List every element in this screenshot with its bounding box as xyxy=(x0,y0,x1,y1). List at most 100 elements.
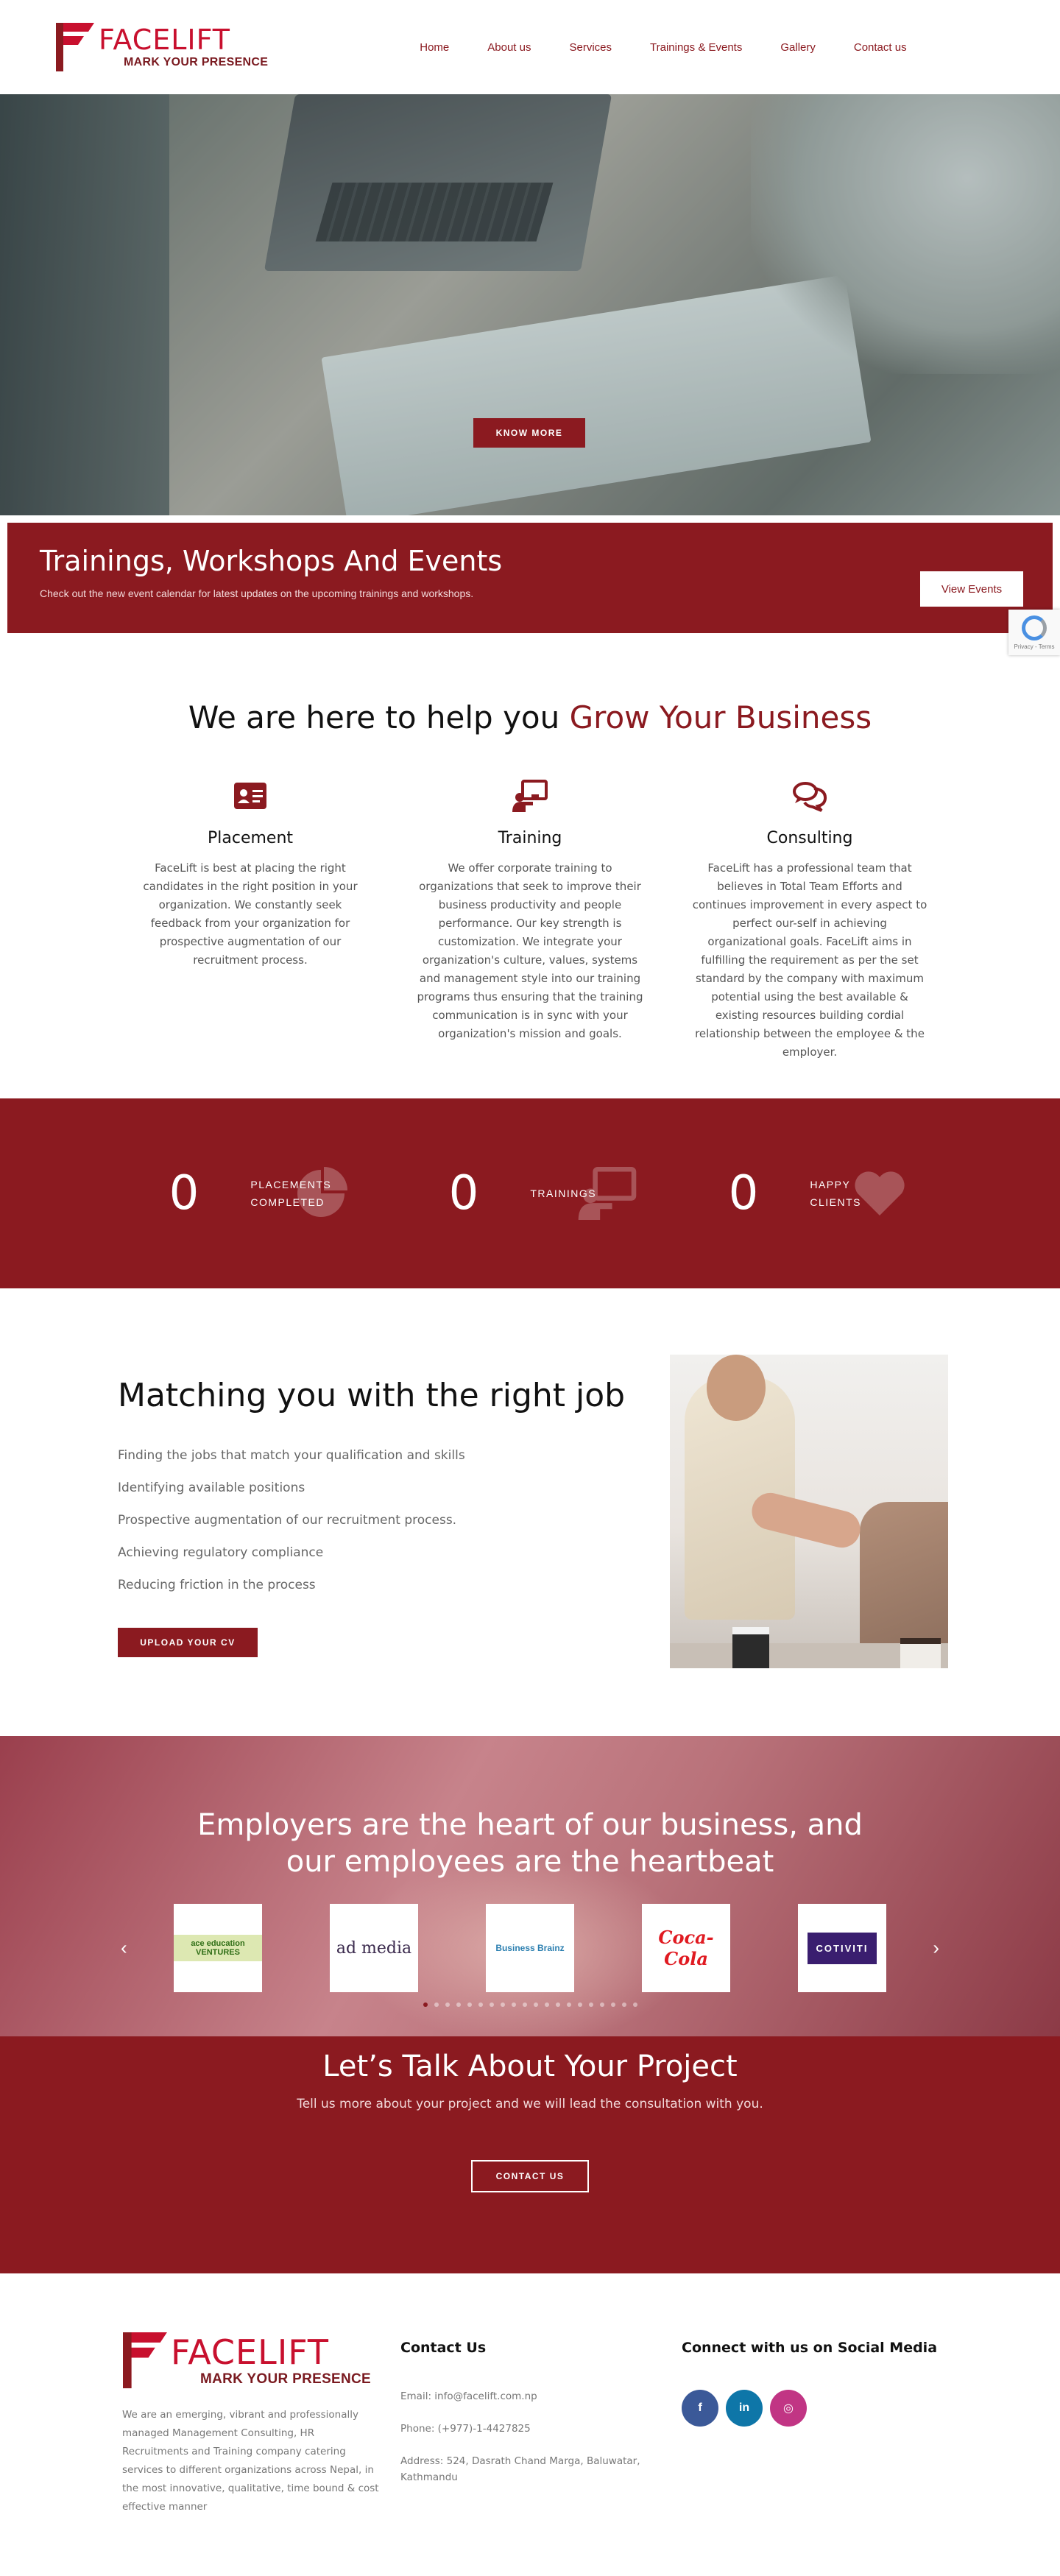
nav-home[interactable]: Home xyxy=(420,41,449,54)
stat-label-line: COMPLETED xyxy=(250,1196,325,1208)
brand-tagline: MARK YOUR PRESENCE xyxy=(200,2371,372,2387)
nav-about-us[interactable]: About us xyxy=(487,41,531,54)
services-heading-accent: Grow Your Business xyxy=(569,699,872,735)
service-title: Training xyxy=(498,829,562,847)
carousel-dot[interactable] xyxy=(522,2002,527,2007)
carousel-dot[interactable] xyxy=(588,2002,593,2007)
view-events-button[interactable]: View Events xyxy=(920,571,1023,607)
list-item: Achieving regulatory compliance xyxy=(118,1545,324,1560)
instagram-icon[interactable]: ◎ xyxy=(770,2390,807,2427)
hero-image-laptop xyxy=(264,94,612,271)
hero-banner: KNOW MORE xyxy=(0,94,1060,515)
carousel-dot[interactable] xyxy=(456,2002,461,2007)
footer-contact: Contact Us Email: info@facelift.com.np P… xyxy=(400,2332,682,2571)
list-item: Finding the jobs that match your qualifi… xyxy=(118,1448,465,1463)
handshake-image-head xyxy=(707,1355,766,1421)
carousel-dot[interactable] xyxy=(544,2002,549,2007)
carousel-dot[interactable] xyxy=(599,2002,604,2007)
hero-image-paper xyxy=(321,275,872,515)
matching-list: Finding the jobs that match your qualifi… xyxy=(118,1439,640,1601)
know-more-button[interactable]: KNOW MORE xyxy=(473,418,585,448)
carousel-dot[interactable] xyxy=(621,2002,626,2007)
employers-title-line: our employees are the heartbeat xyxy=(286,1845,774,1879)
carousel-dot[interactable] xyxy=(632,2002,637,2007)
footer-address: Address: 524, Dasrath Chand Marga, Baluw… xyxy=(400,2455,640,2483)
list-item: Identifying available positions xyxy=(118,1481,305,1495)
carousel-dot[interactable] xyxy=(489,2002,494,2007)
linkedin-icon[interactable]: in xyxy=(726,2390,763,2427)
services-heading: We are here to help you Grow Your Busine… xyxy=(0,699,1060,735)
service-training: Training We offer corporate training to … xyxy=(412,780,648,1062)
contact-us-button[interactable]: CONTACT US xyxy=(471,2160,589,2192)
footer-email[interactable]: Email: info@facelift.com.np xyxy=(400,2388,682,2404)
nav-services[interactable]: Services xyxy=(569,41,612,54)
recaptcha-badge[interactable]: Privacy - Terms xyxy=(1008,610,1060,655)
brand-logo[interactable]: FACELIFT MARK YOUR PRESENCE xyxy=(56,23,268,71)
carousel-dot[interactable] xyxy=(566,2002,571,2007)
stat-placements: 0 PLACEMENTS COMPLETED xyxy=(110,1166,390,1221)
carousel-dot[interactable] xyxy=(467,2002,472,2007)
footer-phone[interactable]: Phone: (+977)-1-4427825 xyxy=(400,2421,682,2437)
trainings-banner: Trainings, Workshops And Events Check ou… xyxy=(7,523,1060,655)
project-title: Let’s Talk About Your Project xyxy=(322,2050,738,2083)
client-logo-coca-cola[interactable]: Coca-Cola xyxy=(642,1904,730,1992)
recaptcha-links: Privacy - Terms xyxy=(1014,643,1055,650)
client-logo-ace[interactable]: ace education VENTURES xyxy=(174,1904,262,1992)
carousel-next-icon[interactable]: › xyxy=(933,1937,939,1960)
brand-name: FACELIFT xyxy=(171,2332,330,2372)
client-logo-text: Coca-Cola xyxy=(658,1927,714,1969)
service-title: Placement xyxy=(207,829,294,847)
site-footer: FACELIFT MARK YOUR PRESENCE We are an em… xyxy=(0,2273,1060,2571)
nav-contact-us[interactable]: Contact us xyxy=(854,41,907,54)
coffee-cup-right xyxy=(900,1638,941,1668)
stat-label-line: PLACEMENTS xyxy=(250,1179,332,1190)
logo-mark-icon xyxy=(56,23,94,71)
carousel-dot[interactable] xyxy=(511,2002,516,2007)
service-consulting: Consulting FaceLift has a professional t… xyxy=(692,780,928,1062)
carousel-dot[interactable] xyxy=(577,2002,582,2007)
services-section: We are here to help you Grow Your Busine… xyxy=(0,633,1060,1062)
recaptcha-icon xyxy=(1022,615,1047,641)
stat-value: 0 xyxy=(728,1166,759,1221)
stat-label: PLACEMENTS COMPLETED xyxy=(250,1176,331,1211)
brand-name: FACELIFT xyxy=(99,24,231,56)
carousel-dot[interactable] xyxy=(500,2002,505,2007)
project-cta-section: Let’s Talk About Your Project Tell us mo… xyxy=(0,2036,1060,2273)
carousel-dot[interactable] xyxy=(533,2002,538,2007)
matching-content: Matching you with the right job Finding … xyxy=(118,1355,640,1736)
nav-trainings-events[interactable]: Trainings & Events xyxy=(650,41,742,54)
carousel-dot[interactable] xyxy=(555,2002,560,2007)
footer-contact-title: Contact Us xyxy=(400,2340,487,2356)
carousel-dot[interactable] xyxy=(423,2002,428,2007)
client-logo-admedia[interactable]: ad media xyxy=(330,1904,418,1992)
carousel-dot[interactable] xyxy=(478,2002,483,2007)
service-text: We offer corporate training to organizat… xyxy=(417,861,643,1040)
banner-subtitle: Check out the new event calendar for lat… xyxy=(40,587,474,599)
services-heading-prefix: We are here to help you xyxy=(188,699,570,735)
client-logo-business-brainz[interactable]: Business Brainz xyxy=(486,1904,574,1992)
facebook-icon[interactable]: f xyxy=(682,2390,718,2427)
footer-logo[interactable]: FACELIFT MARK YOUR PRESENCE xyxy=(122,2332,400,2388)
carousel-dot[interactable] xyxy=(610,2002,615,2007)
logo-mark-icon xyxy=(123,2332,167,2388)
client-logo-text: COTIVITI xyxy=(807,1932,877,1964)
carousel-prev-icon[interactable]: ‹ xyxy=(121,1937,127,1960)
client-logo-text: ad media xyxy=(336,1938,412,1958)
stat-happy-clients: 0 HAPPY CLIENTS xyxy=(670,1166,950,1221)
nav-gallery[interactable]: Gallery xyxy=(780,41,816,54)
carousel-dot[interactable] xyxy=(434,2002,439,2007)
service-title: Consulting xyxy=(766,829,853,847)
footer-about-text: We are an emerging, vibrant and professi… xyxy=(122,2409,379,2513)
site-header: FACELIFT MARK YOUR PRESENCE Home About u… xyxy=(0,0,1060,94)
hero-image-sleeve xyxy=(0,94,169,515)
upload-cv-button[interactable]: UPLOAD YOUR CV xyxy=(118,1628,258,1657)
carousel-dots xyxy=(0,2002,1060,2007)
footer-social: Connect with us on Social Media f in ◎ xyxy=(682,2332,937,2571)
hero-image-shirt xyxy=(751,94,1060,374)
client-logo-cotiviti[interactable]: COTIVITI xyxy=(798,1904,886,1992)
service-text: FaceLift has a professional team that be… xyxy=(692,861,928,1059)
presenter-icon xyxy=(512,780,548,812)
stats-section: 0 PLACEMENTS COMPLETED 0 TRAININGS 0 HAP… xyxy=(0,1098,1060,1288)
stat-value: 0 xyxy=(169,1166,199,1221)
carousel-dot[interactable] xyxy=(445,2002,450,2007)
